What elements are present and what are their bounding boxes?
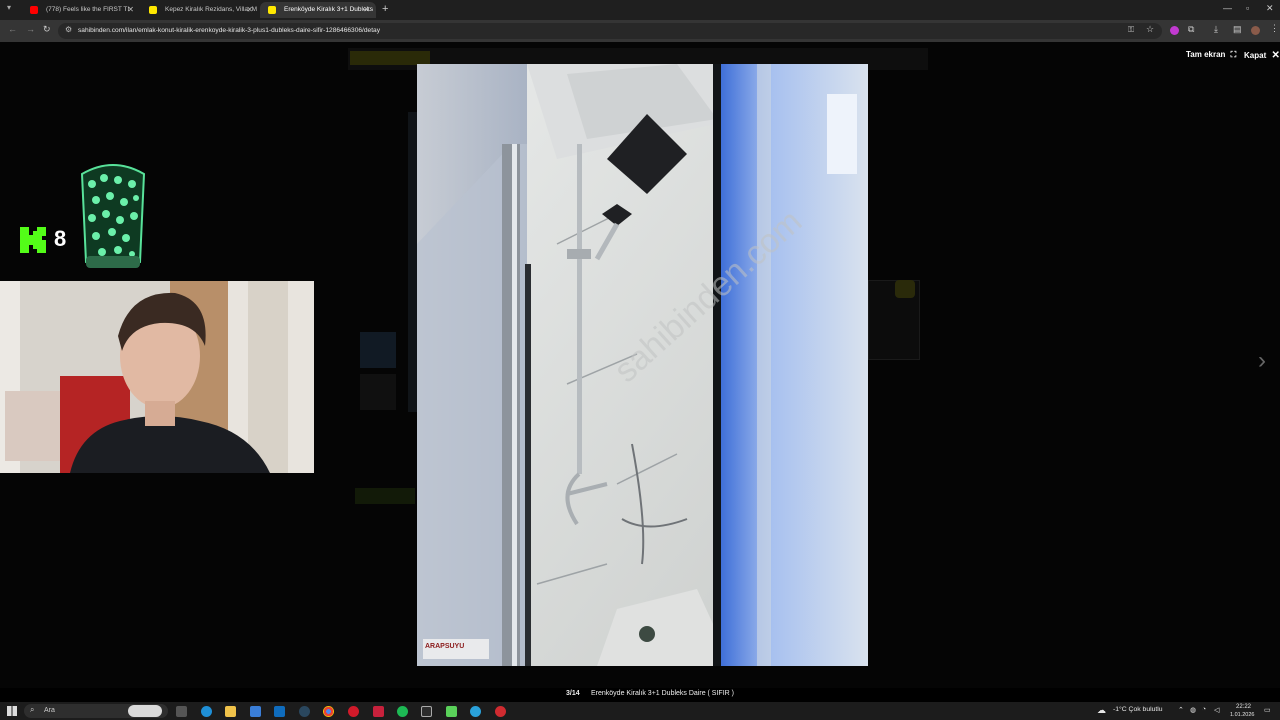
- viewer-count: 8: [54, 226, 67, 251]
- network-icon[interactable]: ◍: [1190, 706, 1196, 714]
- forward-icon[interactable]: →: [26, 24, 35, 34]
- close-icon: ✕: [1271, 50, 1280, 61]
- tray-chevron-icon[interactable]: ⌃: [1178, 706, 1184, 714]
- search-icon: ⌕: [30, 705, 35, 714]
- obs-icon[interactable]: [421, 706, 432, 717]
- photo-counter: 3/14: [566, 690, 580, 697]
- search-highlight-icon: [128, 705, 162, 717]
- clock-time[interactable]: 22:22: [1236, 704, 1251, 710]
- app-icon[interactable]: [495, 706, 506, 717]
- spotify-icon[interactable]: [397, 706, 408, 717]
- tab-title: Erenköyde Kiralık 3+1 Dubleks: [284, 6, 374, 13]
- tab-kepez[interactable]: Kepez Kiralık Rezidans, Villa, M ✕: [141, 2, 259, 18]
- tab-search-icon[interactable]: ▾: [7, 3, 11, 12]
- sahibinden-icon: [149, 6, 157, 14]
- site-logo-dim: [350, 51, 430, 65]
- kick-logo: [20, 227, 46, 253]
- avatar[interactable]: [1251, 26, 1260, 35]
- back-icon[interactable]: ←: [8, 24, 17, 34]
- chevron-right-icon[interactable]: ›: [1258, 347, 1266, 375]
- chrome-icon[interactable]: [323, 706, 334, 717]
- close-tab-icon[interactable]: ✕: [127, 2, 134, 18]
- url-text: sahibinden.com/ilan/emlak-konut-kiralik-…: [78, 27, 380, 34]
- popcorn-bucket-icon: [80, 164, 146, 268]
- windows-start-icon[interactable]: [7, 706, 17, 716]
- fullscreen-icon: ⛶: [1230, 50, 1237, 59]
- tab-title: (778) Feels like the FIRST TI: [46, 6, 130, 13]
- tab-strip: ▾ (778) Feels like the FIRST TI ✕ Kepez …: [0, 0, 1280, 20]
- address-bar: ← → ↻ ⚙ sahibinden.com/ilan/emlak-konut-…: [0, 20, 1280, 42]
- task-view-icon[interactable]: [176, 706, 187, 717]
- webcam-feed: [0, 281, 314, 473]
- tab-title: Kepez Kiralık Rezidans, Villa, M: [165, 6, 258, 13]
- lightbox-caption-bar: 3/14 Erenköyde Kiralık 3+1 Dubleks Daire…: [0, 688, 1280, 702]
- extension-icon[interactable]: [1170, 26, 1179, 35]
- taskbar: ⌕ Ara ☁ -1°C Çok bulutlu ⌃ ◍ ◔ ◁ 22:22 1…: [0, 702, 1280, 720]
- steam-icon[interactable]: [299, 706, 310, 717]
- tab-youtube[interactable]: (778) Feels like the FIRST TI ✕: [22, 2, 140, 18]
- thumb-dim: [360, 332, 396, 368]
- volume-icon[interactable]: ◁: [1214, 706, 1219, 714]
- bookmark-star-icon[interactable]: ☆: [1146, 24, 1154, 35]
- youtube-icon: [30, 6, 38, 14]
- search-placeholder: Ara: [44, 707, 55, 714]
- store-icon[interactable]: [250, 706, 261, 717]
- close-tab-icon[interactable]: ✕: [363, 2, 370, 18]
- minimize-icon[interactable]: —: [1223, 3, 1232, 13]
- notepad-icon[interactable]: [446, 706, 457, 717]
- photo-caption: Erenköyde Kiralık 3+1 Dubleks Daire ( SI…: [591, 690, 734, 697]
- close-label: Kapat: [1244, 51, 1267, 60]
- telegram-icon[interactable]: [470, 706, 481, 717]
- opera-icon[interactable]: [348, 706, 359, 717]
- edge-icon[interactable]: [201, 706, 212, 717]
- password-key-icon[interactable]: ⚿: [1128, 25, 1134, 35]
- close-tab-icon[interactable]: ✕: [246, 2, 253, 18]
- close-button[interactable]: Kapat ✕: [1244, 50, 1280, 61]
- maximize-icon[interactable]: ▫: [1246, 3, 1249, 13]
- taskbar-search[interactable]: ⌕ Ara: [24, 704, 168, 718]
- fullscreen-button[interactable]: Tam ekran ⛶: [1186, 50, 1236, 60]
- download-icon[interactable]: ⤓: [1214, 24, 1218, 35]
- clock-date[interactable]: 1.01.2026: [1230, 712, 1254, 718]
- more-menu-icon[interactable]: ⋮: [1270, 23, 1279, 34]
- photo-badge: ARAPSUYU: [425, 643, 464, 650]
- button-dim: [355, 488, 415, 504]
- badge-dim: [895, 280, 915, 298]
- winrar-icon[interactable]: [373, 706, 384, 717]
- reload-icon[interactable]: ↻: [43, 24, 51, 35]
- extensions-puzzle-icon[interactable]: ⧉: [1188, 24, 1194, 35]
- shower-photo: sahibinden.com ARAPSUYU: [417, 64, 868, 666]
- tab-groups-icon[interactable]: ▤: [1233, 24, 1242, 35]
- weather-text[interactable]: -1°C Çok bulutlu: [1113, 706, 1163, 713]
- close-window-icon[interactable]: ✕: [1266, 3, 1274, 14]
- site-info-icon[interactable]: ⚙: [65, 25, 72, 34]
- url-field[interactable]: ⚙ sahibinden.com/ilan/emlak-konut-kirali…: [58, 23, 1162, 39]
- file-explorer-icon[interactable]: [225, 706, 236, 717]
- new-tab-button[interactable]: +: [382, 3, 388, 15]
- notification-icon[interactable]: ▭: [1264, 706, 1270, 714]
- weather-icon[interactable]: ☁: [1097, 705, 1106, 716]
- outlook-icon[interactable]: [274, 706, 285, 717]
- sahibinden-icon: [268, 6, 276, 14]
- wifi-icon[interactable]: ◔: [1202, 706, 1206, 713]
- tab-erenkoy[interactable]: Erenköyde Kiralık 3+1 Dubleks ✕: [260, 2, 376, 18]
- listing-photo[interactable]: sahibinden.com ARAPSUYU: [417, 64, 868, 666]
- webcam-image: [0, 281, 314, 473]
- fullscreen-label: Tam ekran: [1186, 50, 1226, 59]
- thumb-dim: [360, 374, 396, 410]
